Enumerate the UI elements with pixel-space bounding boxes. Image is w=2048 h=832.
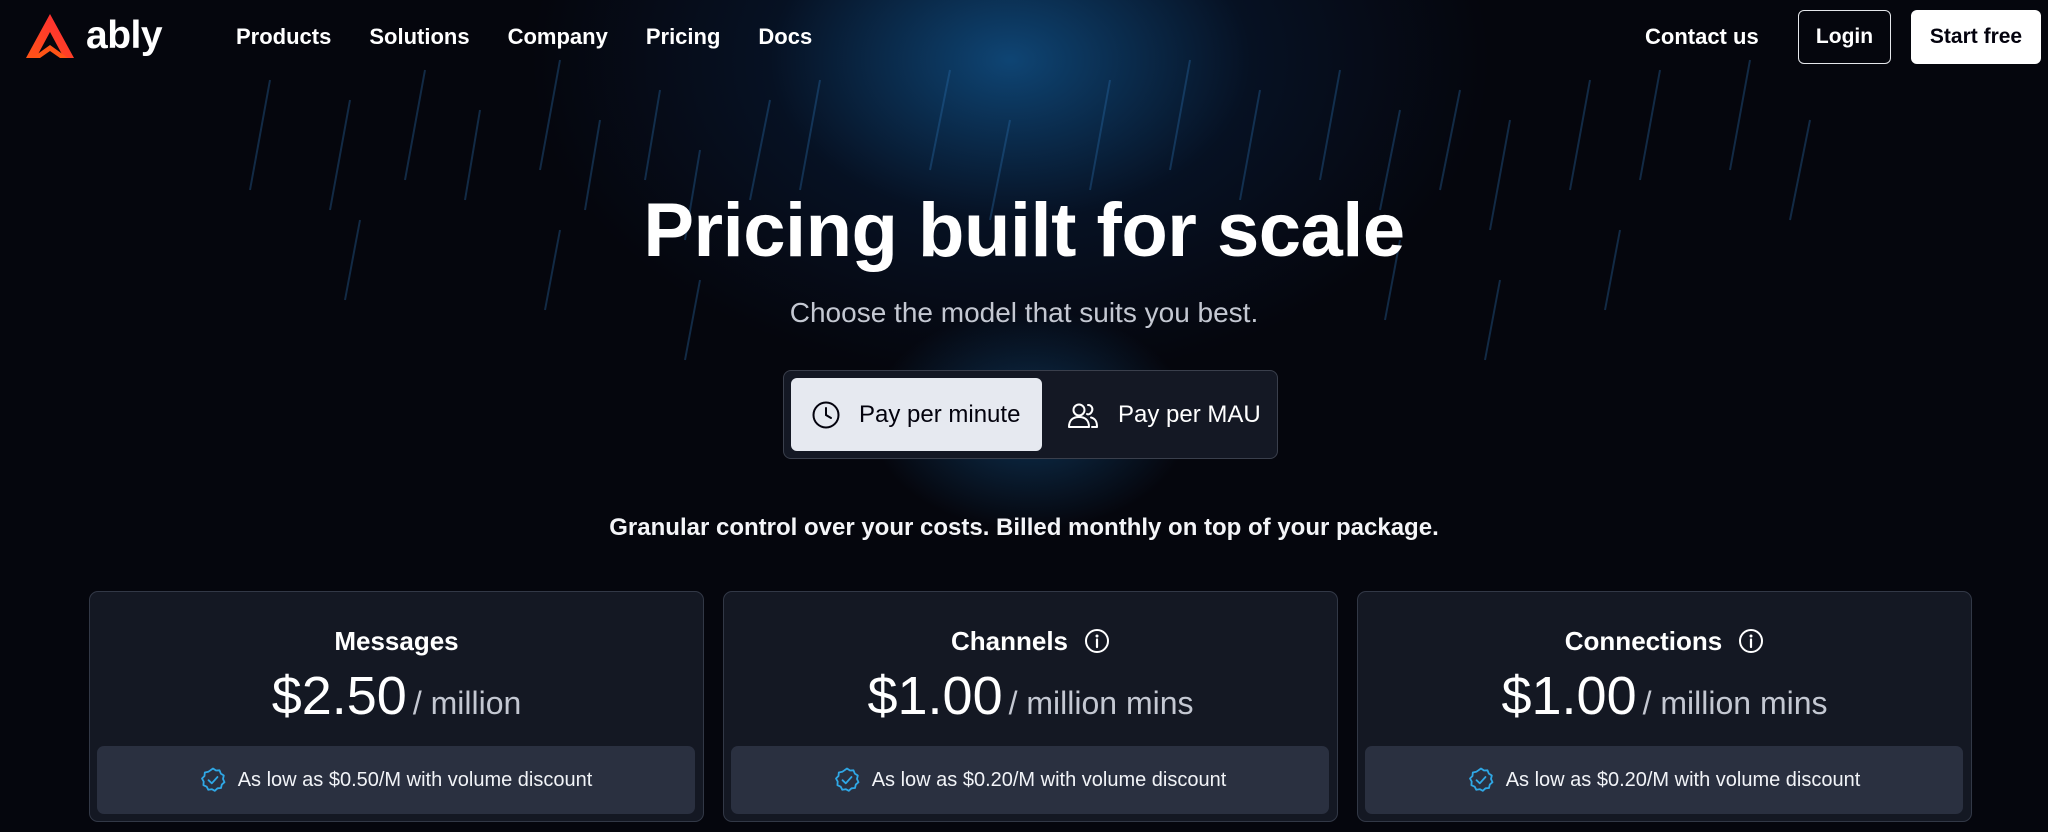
price-unit: / million	[412, 685, 522, 721]
top-nav: ably Products Solutions Company Pricing …	[0, 0, 2048, 74]
price-card-connections: Connections $1.00/ million mins As low a…	[1357, 591, 1972, 822]
start-free-button[interactable]: Start free	[1911, 10, 2041, 64]
card-price: $1.00/ million mins	[1358, 664, 1971, 742]
nav-pricing[interactable]: Pricing	[646, 20, 721, 54]
price-amount: $1.00	[1501, 666, 1637, 726]
nav-products[interactable]: Products	[236, 20, 331, 54]
volume-discount-note: As low as $0.20/M with volume discount	[731, 746, 1329, 814]
volume-discount-text: As low as $0.20/M with volume discount	[871, 768, 1227, 791]
price-card-messages: Messages $2.50/ million As low as $0.50/…	[89, 591, 704, 822]
info-icon[interactable]	[1738, 628, 1764, 654]
ably-logo[interactable]: ably	[22, 12, 163, 60]
price-card-channels: Channels $1.00/ million mins As low as $…	[723, 591, 1338, 822]
nav-company[interactable]: Company	[508, 20, 608, 54]
ably-logo-mark-icon	[26, 14, 74, 58]
volume-discount-text: As low as $0.50/M with volume discount	[237, 768, 593, 791]
main-nav: Products Solutions Company Pricing Docs	[236, 20, 850, 54]
toggle-pay-per-mau[interactable]: Pay per MAU	[1066, 378, 1261, 451]
toggle-pay-per-minute-label: Pay per minute	[859, 400, 1021, 428]
volume-discount-note: As low as $0.20/M with volume discount	[1365, 746, 1963, 814]
price-amount: $1.00	[867, 666, 1003, 726]
ably-wordmark: ably	[86, 14, 163, 57]
page-title: Pricing built for scale	[643, 188, 1405, 273]
nav-solutions[interactable]: Solutions	[369, 20, 469, 54]
price-unit: / million mins	[1642, 685, 1828, 721]
card-price: $1.00/ million mins	[724, 664, 1337, 742]
card-title: Messages	[90, 624, 703, 658]
info-icon[interactable]	[1084, 628, 1110, 654]
volume-discount-note: As low as $0.50/M with volume discount	[97, 746, 695, 814]
page-subtitle: Choose the model that suits you best.	[789, 297, 1259, 328]
card-price: $2.50/ million	[90, 664, 703, 742]
nav-docs[interactable]: Docs	[758, 20, 812, 54]
toggle-pay-per-minute[interactable]: Pay per minute	[791, 378, 1042, 451]
price-amount: $2.50	[271, 666, 407, 726]
card-title: Channels	[724, 624, 1337, 658]
pricing-model-toggle: Pay per minute Pay per MAU	[783, 370, 1278, 459]
clock-icon	[812, 401, 840, 428]
card-title-text: Connections	[1564, 626, 1723, 656]
check-badge-icon	[200, 767, 226, 792]
price-unit: / million mins	[1008, 685, 1194, 721]
contact-us-link[interactable]: Contact us	[1645, 20, 1759, 54]
check-badge-icon	[834, 767, 860, 792]
card-title: Connections	[1358, 624, 1971, 658]
check-badge-icon	[1468, 767, 1494, 792]
card-title-text: Channels	[950, 626, 1069, 656]
volume-discount-text: As low as $0.20/M with volume discount	[1505, 768, 1861, 791]
toggle-pay-per-mau-label: Pay per MAU	[1118, 400, 1261, 428]
card-title-text: Messages	[334, 626, 459, 656]
pricing-tagline: Granular control over your costs. Billed…	[609, 514, 1439, 541]
users-icon	[1068, 403, 1098, 428]
login-button[interactable]: Login	[1798, 10, 1891, 64]
